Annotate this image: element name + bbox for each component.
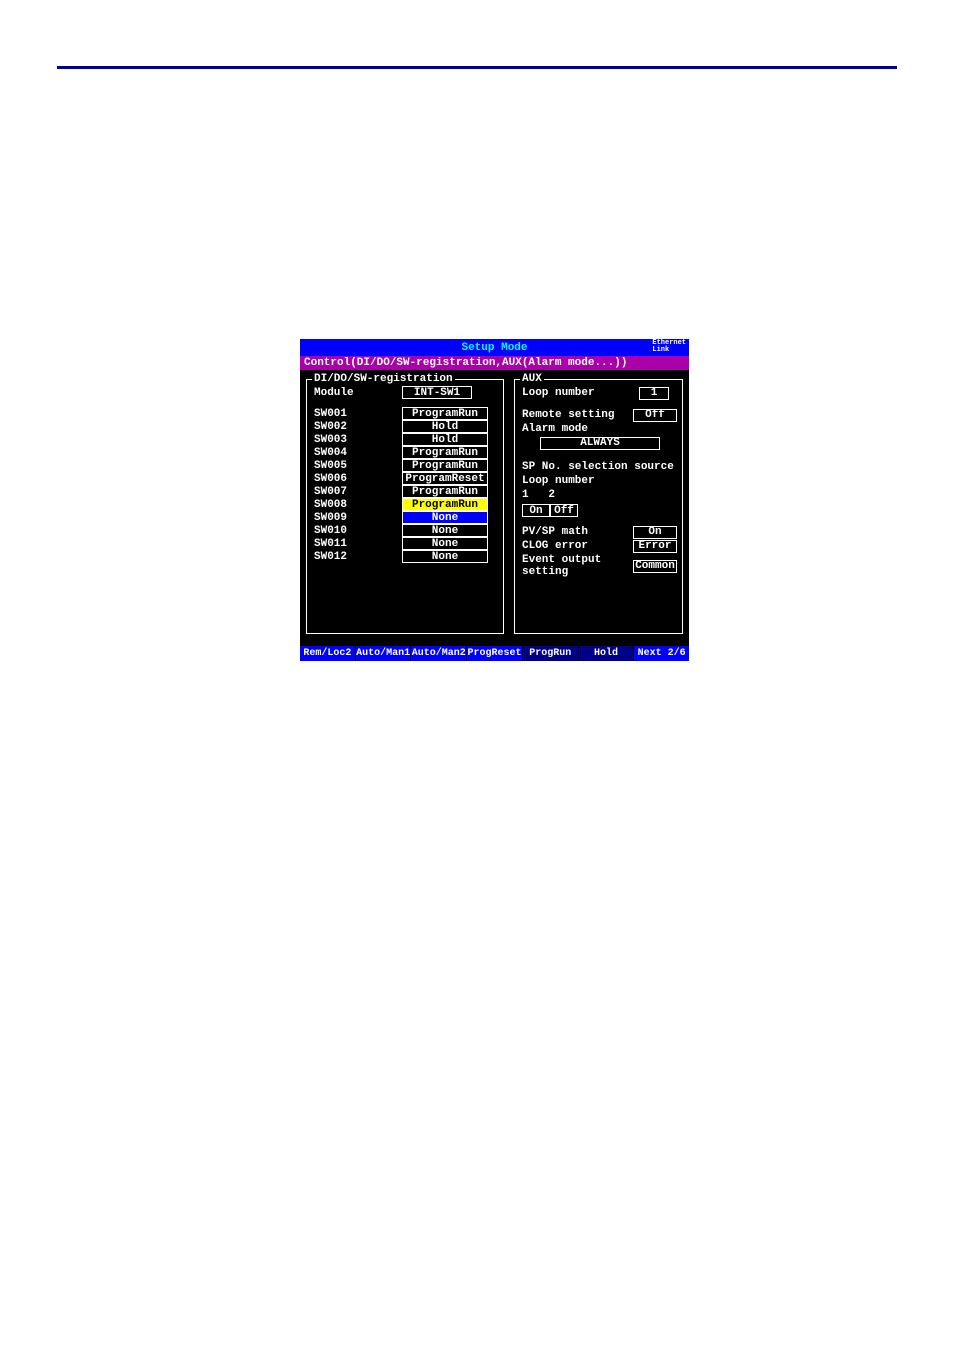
sw-field[interactable]: None [402, 550, 488, 563]
breadcrumb-text: Control(DI/DO/SW-registration,AUX(Alarm … [304, 357, 627, 369]
alarm-mode-label: Alarm mode [522, 423, 677, 435]
title-bar: Setup Mode EthernetLink [300, 339, 689, 356]
softkey[interactable]: Auto/Man1 [356, 646, 412, 661]
sw-label: SW005 [314, 460, 374, 472]
sp-cols: 1 2 [522, 489, 555, 501]
event-output-label: Event output setting [522, 554, 633, 578]
sw-row: SW010 None [314, 524, 498, 537]
aux-panel: AUX Loop number 1 Remote setting Off Ala… [514, 374, 683, 642]
module-field[interactable]: INT-SW1 [402, 386, 472, 399]
sw-field[interactable]: ProgramRun [402, 485, 488, 498]
remote-setting-label: Remote setting [522, 409, 633, 421]
panel-title-right: AUX [520, 373, 544, 385]
sw-field[interactable]: ProgramRun [402, 446, 488, 459]
sw-row: SW001 ProgramRun [314, 407, 498, 420]
sw-label: SW004 [314, 447, 374, 459]
sw-field[interactable]: None [402, 511, 488, 524]
sw-label: SW002 [314, 421, 374, 433]
sw-row: SW012 None [314, 550, 498, 563]
sw-list: SW001 ProgramRun SW002 Hold SW003 Hold SW004 Pr… [314, 407, 498, 563]
sw-label: SW001 [314, 408, 374, 420]
module-label: Module [314, 387, 374, 399]
sw-row: SW003 Hold [314, 433, 498, 446]
sw-label: SW009 [314, 512, 374, 524]
sp-toggle-off[interactable]: Off [550, 504, 578, 517]
clog-error-field[interactable]: Error [633, 540, 677, 553]
pvsp-math-field[interactable]: On [633, 526, 677, 539]
sp-toggle-on[interactable]: On [522, 504, 550, 517]
pvsp-math-label: PV/SP math [522, 526, 633, 538]
sw-field[interactable]: ProgramRun [402, 407, 488, 420]
sp-loop-label: Loop number [522, 475, 595, 487]
remote-setting-field[interactable]: Off [633, 409, 677, 422]
setup-mode-window: Setup Mode EthernetLink Control(DI/DO/SW… [300, 339, 689, 661]
sw-row: SW004 ProgramRun [314, 446, 498, 459]
loop-number-label: Loop number [522, 387, 639, 399]
sw-label: SW011 [314, 538, 374, 550]
clog-error-label: CLOG error [522, 540, 633, 552]
softkey[interactable]: Next 2/6 [634, 646, 689, 661]
di-do-sw-panel: DI/DO/SW-registration Module INT-SW1 SW0… [306, 374, 504, 642]
sw-field[interactable]: None [402, 537, 488, 550]
sw-row: SW006 ProgramReset [314, 472, 498, 485]
softkey-bar: Rem/Loc2Auto/Man1Auto/Man2ProgResetProgR… [300, 646, 689, 661]
sw-row: SW009 None [314, 511, 498, 524]
ethernet-link-indicator: EthernetLink [652, 340, 686, 354]
page-divider [57, 66, 897, 69]
sw-row: SW011 None [314, 537, 498, 550]
sw-label: SW006 [314, 473, 374, 485]
sw-label: SW010 [314, 525, 374, 537]
breadcrumb-bar: Control(DI/DO/SW-registration,AUX(Alarm … [300, 356, 689, 370]
softkey[interactable]: Rem/Loc2 [300, 646, 356, 661]
sw-label: SW003 [314, 434, 374, 446]
softkey[interactable]: Hold [579, 646, 635, 661]
sw-field[interactable]: Hold [402, 433, 488, 446]
softkey[interactable]: Auto/Man2 [411, 646, 467, 661]
sw-row: SW007 ProgramRun [314, 485, 498, 498]
sw-label: SW007 [314, 486, 374, 498]
sw-label: SW008 [314, 499, 374, 511]
sp-selection-label: SP No. selection source [522, 461, 674, 473]
panel-title-left: DI/DO/SW-registration [312, 373, 455, 385]
softkey[interactable]: ProgRun [523, 646, 579, 661]
sw-field[interactable]: ProgramRun [402, 498, 488, 511]
loop-number-field[interactable]: 1 [639, 387, 669, 400]
sp-toggle: On Off [522, 504, 677, 517]
event-output-field[interactable]: Common [633, 560, 677, 573]
sw-row: SW005 ProgramRun [314, 459, 498, 472]
sw-row: SW002 Hold [314, 420, 498, 433]
sw-label: SW012 [314, 551, 374, 563]
softkey[interactable]: ProgReset [467, 646, 523, 661]
alarm-mode-field[interactable]: ALWAYS [540, 437, 660, 450]
sw-row: SW008 ProgramRun [314, 498, 498, 511]
content-area: DI/DO/SW-registration Module INT-SW1 SW0… [300, 370, 689, 646]
sw-field[interactable]: ProgramRun [402, 459, 488, 472]
sw-field[interactable]: ProgramReset [402, 472, 488, 485]
sw-field[interactable]: None [402, 524, 488, 537]
window-title: Setup Mode [461, 342, 527, 354]
sw-field[interactable]: Hold [402, 420, 488, 433]
